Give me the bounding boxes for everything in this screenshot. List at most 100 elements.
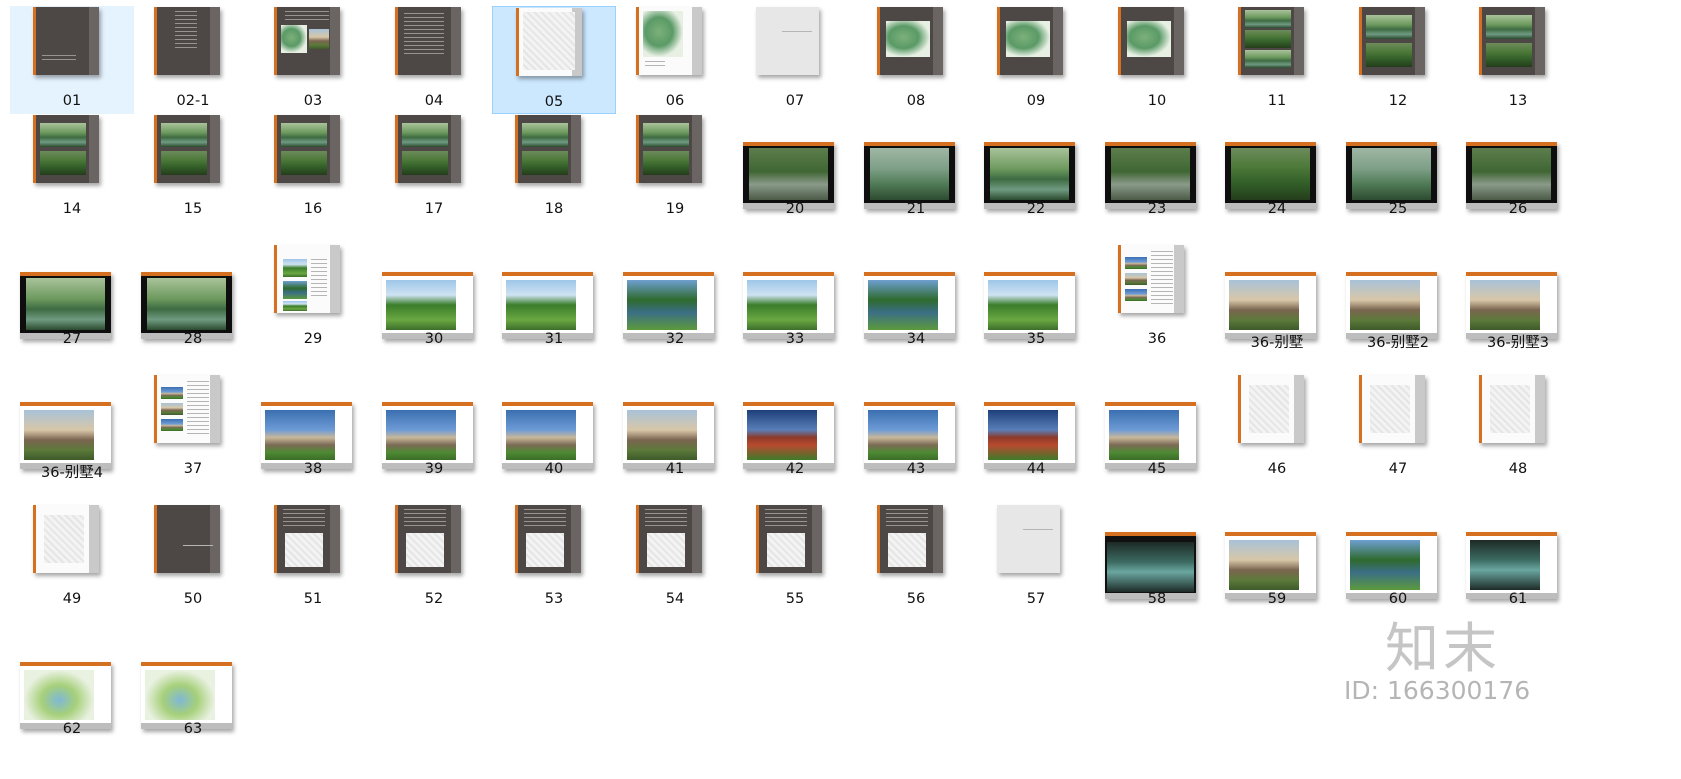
file-item[interactable]: 36-别墅	[1215, 244, 1339, 352]
page-strip	[1535, 375, 1545, 443]
file-item[interactable]: 19	[613, 114, 737, 222]
file-item[interactable]: 01	[10, 6, 134, 114]
file-item[interactable]: 34	[854, 244, 978, 352]
file-name: 54	[665, 591, 685, 607]
file-item[interactable]: 51	[251, 504, 375, 612]
file-item[interactable]: 53	[492, 504, 616, 612]
file-item[interactable]: 02-1	[131, 6, 255, 114]
text-block	[311, 259, 327, 299]
file-item[interactable]: 43	[854, 374, 978, 482]
file-item[interactable]: 08	[854, 6, 978, 114]
file-item[interactable]: 06	[613, 6, 737, 114]
file-item[interactable]: 29	[251, 244, 375, 352]
file-item[interactable]: 30	[372, 244, 496, 352]
photo-image	[1229, 540, 1299, 590]
file-item[interactable]: 09	[974, 6, 1098, 114]
file-item[interactable]: 59	[1215, 504, 1339, 612]
file-item[interactable]: 14	[10, 114, 134, 222]
file-item[interactable]: 35	[974, 244, 1098, 352]
file-thumbnail	[1456, 374, 1580, 464]
file-item[interactable]: 13	[1456, 6, 1580, 114]
page-strip	[210, 375, 220, 443]
file-name: 45	[1147, 461, 1167, 477]
file-item[interactable]: 10	[1095, 6, 1219, 114]
file-item[interactable]: 15	[131, 114, 255, 222]
file-thumbnail	[10, 504, 134, 594]
photo-image	[506, 410, 576, 460]
file-item[interactable]: 39	[372, 374, 496, 482]
file-item[interactable]: 32	[613, 244, 737, 352]
file-name: 36-别墅4	[41, 465, 103, 481]
page-strip	[1053, 7, 1063, 75]
file-item[interactable]: 36-别墅3	[1456, 244, 1580, 352]
page-strip	[933, 7, 943, 75]
file-item[interactable]: 62	[10, 634, 134, 742]
file-item[interactable]: 45	[1095, 374, 1219, 482]
file-item[interactable]: 47	[1336, 374, 1460, 482]
file-name: 36	[1147, 331, 1167, 347]
file-item[interactable]: 38	[251, 374, 375, 482]
file-item[interactable]: 54	[613, 504, 737, 612]
photo-image	[161, 151, 207, 175]
file-item[interactable]: 36-别墅4	[10, 374, 134, 482]
file-item[interactable]: 16	[251, 114, 375, 222]
file-item[interactable]: 11	[1215, 6, 1339, 114]
file-item[interactable]: 20	[733, 114, 857, 222]
photo-image	[281, 151, 327, 175]
file-item[interactable]: 27	[10, 244, 134, 352]
file-item[interactable]: 56	[854, 504, 978, 612]
file-item[interactable]: 12	[1336, 6, 1460, 114]
file-item[interactable]: 44	[974, 374, 1098, 482]
slide-thumbnail	[382, 402, 473, 469]
file-item[interactable]: 50	[131, 504, 255, 612]
file-name: 63	[183, 721, 203, 737]
slide-thumbnail	[502, 272, 593, 339]
file-item[interactable]: 58	[1095, 504, 1219, 612]
file-item[interactable]: 60	[1336, 504, 1460, 612]
photo-image	[526, 533, 564, 567]
file-name: 05	[544, 94, 564, 110]
file-item[interactable]: 04	[372, 6, 496, 114]
file-item[interactable]: 28	[131, 244, 255, 352]
file-name: 59	[1267, 591, 1287, 607]
file-item[interactable]: 17	[372, 114, 496, 222]
file-thumbnail	[1095, 504, 1219, 599]
file-item[interactable]: 63	[131, 634, 255, 742]
file-item[interactable]: 33	[733, 244, 857, 352]
file-item[interactable]: 61	[1456, 504, 1580, 612]
slide-thumbnail	[984, 142, 1075, 209]
file-name: 51	[303, 591, 323, 607]
file-item[interactable]: 42	[733, 374, 857, 482]
photo-image	[145, 670, 215, 720]
file-name: 09	[1026, 93, 1046, 109]
file-item[interactable]: 46	[1215, 374, 1339, 482]
file-item[interactable]: 41	[613, 374, 737, 482]
page-thumbnail	[154, 505, 220, 573]
file-item[interactable]: 40	[492, 374, 616, 482]
photo-image	[1350, 540, 1420, 590]
file-item[interactable]: 22	[974, 114, 1098, 222]
file-item[interactable]: 07	[733, 6, 857, 114]
file-item[interactable]: 31	[492, 244, 616, 352]
file-item[interactable]: 49	[10, 504, 134, 612]
page-strip	[451, 115, 461, 183]
file-item[interactable]: 18	[492, 114, 616, 222]
file-item[interactable]: 05	[492, 6, 616, 114]
file-item[interactable]: 55	[733, 504, 857, 612]
file-item[interactable]: 37	[131, 374, 255, 482]
file-item[interactable]: 26	[1456, 114, 1580, 222]
file-item[interactable]: 36-别墅2	[1336, 244, 1460, 352]
file-item[interactable]: 21	[854, 114, 978, 222]
file-item[interactable]: 24	[1215, 114, 1339, 222]
file-item[interactable]: 36	[1095, 244, 1219, 352]
file-item[interactable]: 52	[372, 504, 496, 612]
file-item[interactable]: 23	[1095, 114, 1219, 222]
file-item[interactable]: 57	[974, 504, 1098, 612]
file-name: 41	[665, 461, 685, 477]
file-item[interactable]: 48	[1456, 374, 1580, 482]
file-thumbnail	[1215, 6, 1339, 96]
slide-thumbnail	[20, 402, 111, 469]
file-name: 16	[303, 201, 323, 217]
file-item[interactable]: 03	[251, 6, 375, 114]
file-item[interactable]: 25	[1336, 114, 1460, 222]
